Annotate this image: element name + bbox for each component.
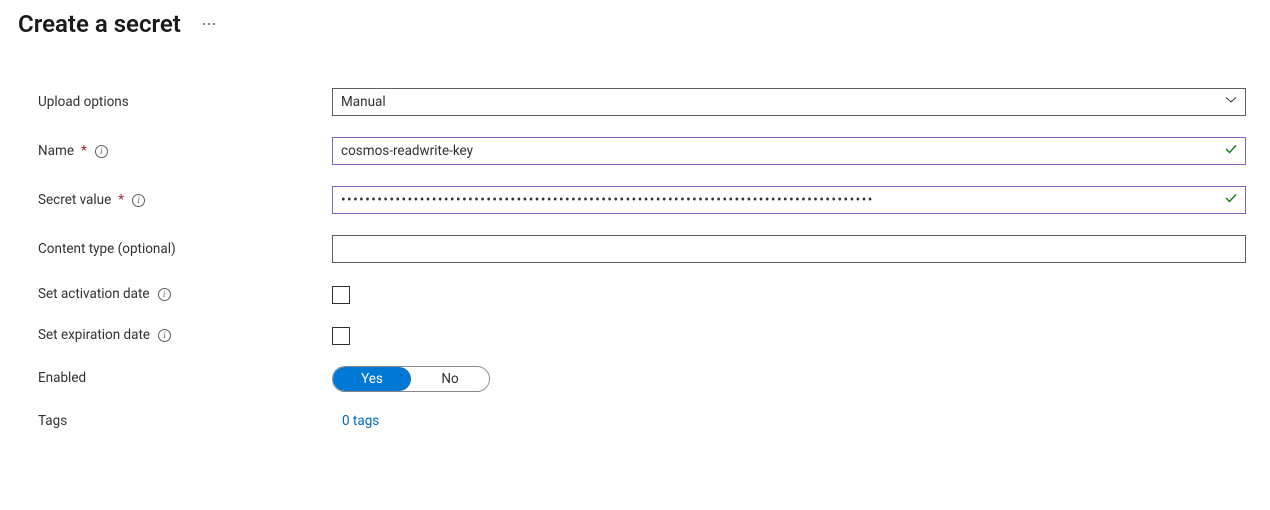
content-type-label: Content type (optional) bbox=[38, 241, 176, 257]
check-icon bbox=[1224, 142, 1238, 160]
secret-value-label: Secret value bbox=[38, 192, 111, 208]
upload-options-label: Upload options bbox=[38, 94, 129, 110]
name-input[interactable] bbox=[332, 137, 1246, 165]
required-indicator: * bbox=[81, 143, 87, 159]
expiration-date-label: Set expiration date bbox=[38, 327, 150, 343]
tags-link[interactable]: 0 tags bbox=[332, 413, 379, 429]
upload-options-value: Manual bbox=[341, 94, 386, 110]
name-label: Name bbox=[38, 143, 74, 159]
activation-date-checkbox[interactable] bbox=[332, 286, 350, 304]
info-icon[interactable] bbox=[132, 194, 145, 207]
activation-date-label: Set activation date bbox=[38, 286, 150, 302]
info-icon[interactable] bbox=[95, 145, 108, 158]
info-icon[interactable] bbox=[158, 288, 171, 301]
tags-label: Tags bbox=[38, 413, 67, 429]
content-type-input[interactable] bbox=[332, 235, 1246, 263]
enabled-toggle[interactable]: Yes No bbox=[332, 366, 490, 392]
expiration-date-checkbox[interactable] bbox=[332, 327, 350, 345]
check-icon bbox=[1224, 191, 1238, 209]
chevron-down-icon bbox=[1225, 94, 1237, 110]
enabled-no-option[interactable]: No bbox=[411, 367, 489, 391]
enabled-yes-option[interactable]: Yes bbox=[333, 367, 411, 391]
more-commands-button[interactable] bbox=[199, 19, 219, 29]
page-title: Create a secret bbox=[18, 10, 181, 38]
required-indicator: * bbox=[118, 192, 124, 208]
enabled-label: Enabled bbox=[38, 370, 86, 386]
upload-options-select[interactable]: Manual bbox=[332, 88, 1246, 116]
info-icon[interactable] bbox=[158, 329, 171, 342]
secret-value-input[interactable] bbox=[332, 186, 1246, 214]
